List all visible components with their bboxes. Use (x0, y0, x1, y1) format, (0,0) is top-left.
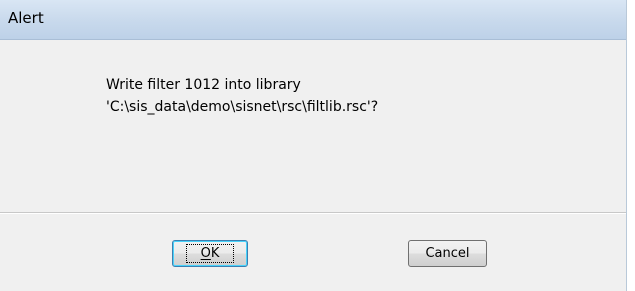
cancel-button[interactable]: Cancel (408, 240, 487, 267)
title-bar[interactable]: Alert (0, 0, 626, 40)
ok-focus-rect: OK (185, 244, 235, 263)
alert-message: Write filter 1012 into library 'C:\sis_d… (106, 74, 378, 118)
message-line-1: Write filter 1012 into library (106, 77, 301, 93)
window-title: Alert (8, 9, 44, 27)
ok-label-rest: K (210, 246, 220, 261)
message-line-2: 'C:\sis_data\demo\sisnet\rsc\filtlib.rsc… (106, 99, 379, 115)
alert-dialog: Alert Write filter 1012 into library 'C:… (0, 0, 627, 291)
button-area-separator (0, 212, 626, 214)
ok-button[interactable]: OK (172, 240, 248, 267)
ok-mnemonic: O (200, 246, 211, 261)
